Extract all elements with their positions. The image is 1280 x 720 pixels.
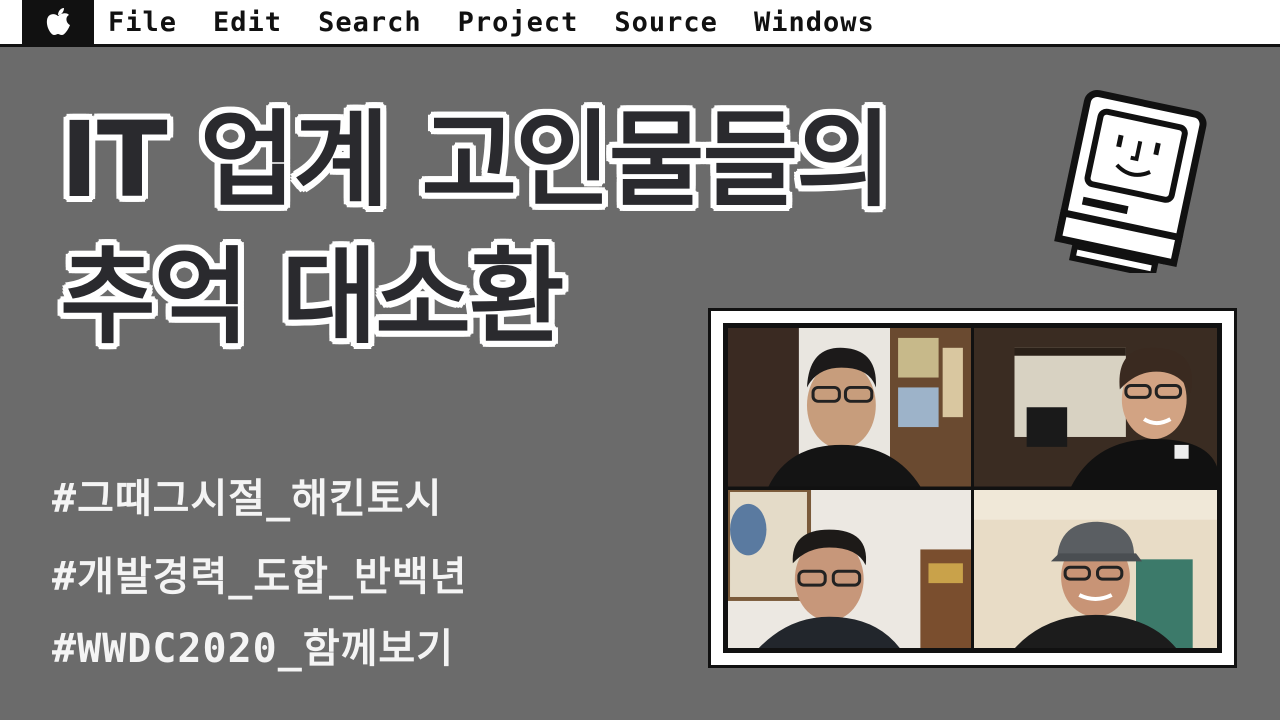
- menu-windows[interactable]: Windows: [754, 7, 875, 38]
- classic-mac-computer-icon: [1054, 90, 1207, 273]
- participant-tile-2: [974, 328, 1217, 487]
- menu-project[interactable]: Project: [458, 7, 579, 38]
- hashtag-2: #개발경력_도합_반백년: [52, 554, 468, 600]
- menu-edit[interactable]: Edit: [213, 7, 282, 38]
- participant-tile-1: [728, 328, 971, 487]
- headline-line-2: 추억 대소환: [60, 236, 565, 358]
- menu-file[interactable]: File: [108, 7, 177, 38]
- menu-bar: File Edit Search Project Source Windows: [0, 0, 1280, 47]
- video-call-photo: [708, 308, 1237, 668]
- hashtag-1: #그때그시절_해킨토시: [52, 476, 443, 522]
- headline-line-1: IT 업계 고인물들의: [60, 99, 892, 221]
- apple-menu-button[interactable]: [22, 0, 94, 44]
- participant-tile-4: [974, 489, 1217, 648]
- menu-search[interactable]: Search: [318, 7, 422, 38]
- apple-logo-icon: [46, 8, 70, 35]
- video-call-grid: [728, 328, 1217, 648]
- hashtag-3: #WWDC2020_함께보기: [52, 626, 455, 672]
- video-call-inner-border: [723, 323, 1222, 653]
- participant-tile-3: [728, 489, 971, 648]
- menu-source[interactable]: Source: [614, 7, 718, 38]
